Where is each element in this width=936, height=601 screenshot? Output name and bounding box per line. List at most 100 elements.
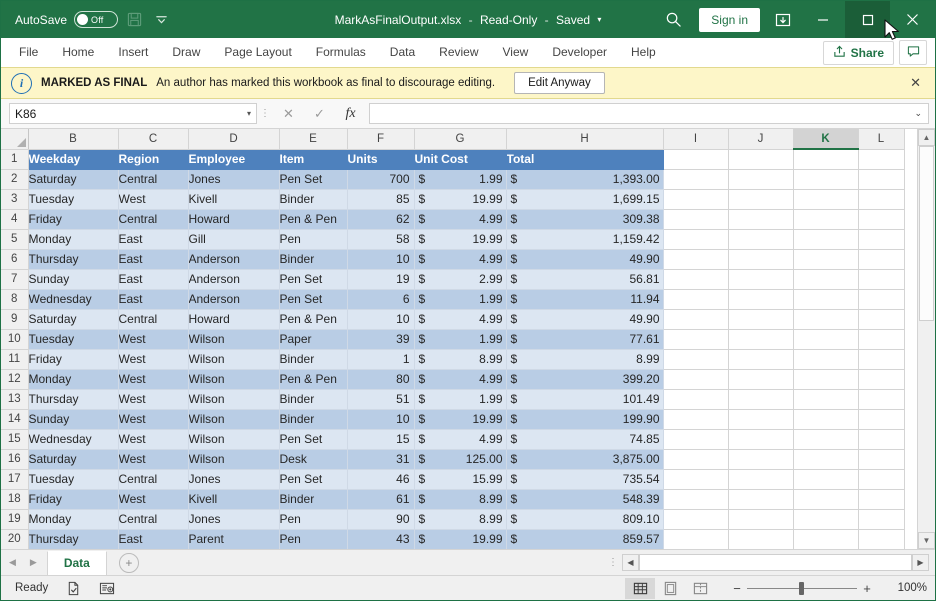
cell-e10[interactable]: Paper — [279, 329, 348, 350]
horizontal-scrollbar[interactable]: ◀ ▶ — [622, 554, 929, 572]
cell-j13[interactable] — [728, 389, 794, 410]
cell-b2[interactable]: Saturday — [28, 169, 119, 190]
cell-i7[interactable] — [663, 269, 729, 290]
cell-b3[interactable]: Tuesday — [28, 189, 119, 210]
cell-f13[interactable]: 51 — [347, 389, 415, 410]
cell-f18[interactable]: 61 — [347, 489, 415, 510]
normal-view-icon[interactable] — [625, 577, 655, 599]
cell-d20[interactable]: Parent — [188, 529, 280, 549]
cell-g1[interactable]: Unit Cost — [414, 149, 507, 170]
cell-j10[interactable] — [728, 329, 794, 350]
cell-f7[interactable]: 19 — [347, 269, 415, 290]
vertical-scrollbar[interactable]: ▲ ▼ — [917, 129, 935, 549]
cell-c3[interactable]: West — [118, 189, 189, 210]
cell-g11[interactable]: $8.99 — [414, 349, 507, 370]
cell-f17[interactable]: 46 — [347, 469, 415, 490]
cell-k10[interactable] — [793, 329, 859, 350]
cell-e16[interactable]: Desk — [279, 449, 348, 470]
zoom-out-button[interactable]: − — [727, 581, 747, 596]
record-macro-icon[interactable] — [99, 581, 115, 596]
cell-g14[interactable]: $19.99 — [414, 409, 507, 430]
tab-home[interactable]: Home — [50, 38, 106, 67]
cell-g16[interactable]: $125.00 — [414, 449, 507, 470]
cell-j3[interactable] — [728, 189, 794, 210]
cell-h18[interactable]: $548.39 — [506, 489, 664, 510]
close-button[interactable] — [890, 1, 935, 38]
name-box-chevron-down-icon[interactable]: ▾ — [247, 109, 251, 118]
cell-e12[interactable]: Pen & Pen — [279, 369, 348, 390]
cell-b8[interactable]: Wednesday — [28, 289, 119, 310]
cell-g5[interactable]: $19.99 — [414, 229, 507, 250]
cell-b18[interactable]: Friday — [28, 489, 119, 510]
cell-b16[interactable]: Saturday — [28, 449, 119, 470]
cell-h16[interactable]: $3,875.00 — [506, 449, 664, 470]
column-header-b[interactable]: B — [28, 129, 119, 150]
document-name[interactable]: MarkAsFinalOutput.xlsx — [335, 13, 462, 27]
cell-d4[interactable]: Howard — [188, 209, 280, 230]
cell-f14[interactable]: 10 — [347, 409, 415, 430]
cell-c13[interactable]: West — [118, 389, 189, 410]
cell-c11[interactable]: West — [118, 349, 189, 370]
cell-f8[interactable]: 6 — [347, 289, 415, 310]
cell-j11[interactable] — [728, 349, 794, 370]
tab-view[interactable]: View — [491, 38, 541, 67]
tab-developer[interactable]: Developer — [540, 38, 619, 67]
cell-c10[interactable]: West — [118, 329, 189, 350]
cell-c7[interactable]: East — [118, 269, 189, 290]
title-chevron-down-icon[interactable]: ▾ — [597, 15, 601, 24]
row-header-6[interactable]: 6 — [1, 249, 29, 270]
tab-file[interactable]: File — [7, 38, 50, 67]
cell-l4[interactable] — [858, 209, 905, 230]
row-header-16[interactable]: 16 — [1, 449, 29, 470]
cell-i2[interactable] — [663, 169, 729, 190]
cell-d7[interactable]: Anderson — [188, 269, 280, 290]
cell-d19[interactable]: Jones — [188, 509, 280, 530]
cell-b6[interactable]: Thursday — [28, 249, 119, 270]
saved-label[interactable]: Saved — [556, 13, 590, 27]
cell-l3[interactable] — [858, 189, 905, 210]
cell-b17[interactable]: Tuesday — [28, 469, 119, 490]
cell-g19[interactable]: $8.99 — [414, 509, 507, 530]
add-sheet-icon[interactable]: + — [118, 552, 139, 573]
tab-data[interactable]: Data — [378, 38, 427, 67]
row-header-1[interactable]: 1 — [1, 149, 29, 170]
cell-h20[interactable]: $859.57 — [506, 529, 664, 549]
cell-f11[interactable]: 1 — [347, 349, 415, 370]
cell-k7[interactable] — [793, 269, 859, 290]
autosave-toggle[interactable]: Off — [74, 11, 119, 28]
cell-f4[interactable]: 62 — [347, 209, 415, 230]
cell-c2[interactable]: Central — [118, 169, 189, 190]
horizontal-scroll-track[interactable] — [639, 554, 912, 571]
row-header-3[interactable]: 3 — [1, 189, 29, 210]
cell-l15[interactable] — [858, 429, 905, 450]
cell-k11[interactable] — [793, 349, 859, 370]
page-layout-view-icon[interactable] — [655, 578, 685, 599]
cell-k14[interactable] — [793, 409, 859, 430]
cell-g17[interactable]: $15.99 — [414, 469, 507, 490]
cell-b1[interactable]: Weekday — [28, 149, 119, 170]
cell-d15[interactable]: Wilson — [188, 429, 280, 450]
zoom-slider-thumb[interactable] — [799, 581, 804, 595]
sheet-tab-data[interactable]: Data — [46, 551, 107, 575]
cell-g10[interactable]: $1.99 — [414, 329, 507, 350]
cell-b15[interactable]: Wednesday — [28, 429, 119, 450]
cell-c16[interactable]: West — [118, 449, 189, 470]
cell-k5[interactable] — [793, 229, 859, 250]
column-header-k[interactable]: K — [793, 129, 859, 150]
cell-h14[interactable]: $199.90 — [506, 409, 664, 430]
cell-k3[interactable] — [793, 189, 859, 210]
formula-bar-grip[interactable]: ⋮ — [257, 108, 273, 118]
cell-g6[interactable]: $4.99 — [414, 249, 507, 270]
row-header-5[interactable]: 5 — [1, 229, 29, 250]
cell-j14[interactable] — [728, 409, 794, 430]
cell-j7[interactable] — [728, 269, 794, 290]
autosave-control[interactable]: AutoSave Off — [15, 11, 119, 28]
tab-page-layout[interactable]: Page Layout — [212, 38, 303, 67]
row-header-12[interactable]: 12 — [1, 369, 29, 390]
edit-anyway-button[interactable]: Edit Anyway — [514, 72, 605, 94]
cell-h10[interactable]: $77.61 — [506, 329, 664, 350]
zoom-level-label[interactable]: 100% — [883, 582, 927, 594]
formula-input[interactable]: ⌄ — [369, 103, 929, 124]
row-header-9[interactable]: 9 — [1, 309, 29, 330]
tab-review[interactable]: Review — [427, 38, 490, 67]
